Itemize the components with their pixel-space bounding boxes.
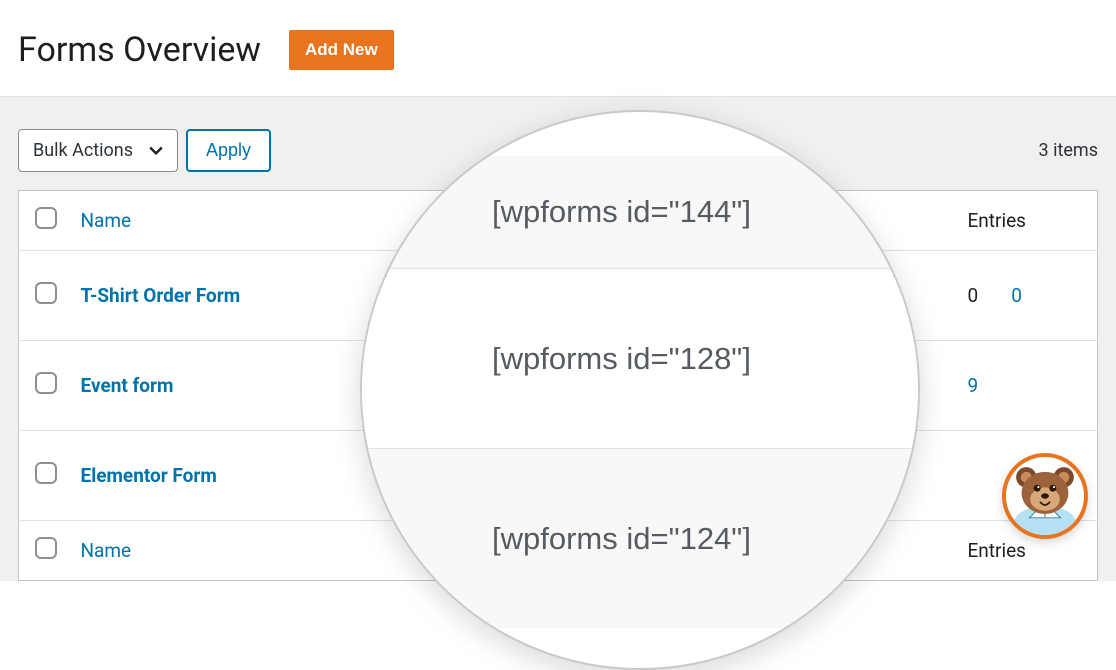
chevron-down-icon [149,144,163,158]
add-new-button[interactable]: Add New [289,30,394,70]
magnifier-overlay: [wpforms id="144"] [wpforms id="128"] [w… [360,110,920,670]
magnifier-shortcode-row: [wpforms id="144"] [362,156,918,268]
page-title: Forms Overview [18,30,261,70]
bulk-actions-label: Bulk Actions [33,140,133,161]
toolbar-left: Bulk Actions Apply [18,129,271,172]
shortcode-text: [wpforms id="128"] [492,341,751,377]
page-header: Forms Overview Add New [0,0,1116,96]
form-name-link[interactable]: T-Shirt Order Form [81,284,241,307]
form-name-link[interactable]: Event form [81,374,174,397]
column-name-sort-footer[interactable]: Name [81,539,132,562]
bulk-actions-select[interactable]: Bulk Actions [18,129,178,172]
select-all-checkbox-footer[interactable] [35,537,57,559]
entries-link[interactable]: 0 [1011,284,1022,307]
shortcode-text: [wpforms id="124"] [492,521,751,557]
help-mascot-button[interactable] [1002,453,1088,539]
column-name-sort[interactable]: Name [81,209,132,232]
row-checkbox[interactable] [35,462,57,484]
magnifier-shortcode-row: [wpforms id="128"] [362,268,918,448]
entries-partial: 0 [968,284,979,307]
bear-mascot-icon [1006,457,1084,535]
column-entries: Entries [958,191,1098,251]
entries-link[interactable]: 9 [968,374,979,397]
shortcode-text: [wpforms id="144"] [492,194,751,230]
magnifier-shortcode-row: [wpforms id="124"] [362,448,918,628]
row-checkbox[interactable] [35,282,57,304]
form-name-link[interactable]: Elementor Form [81,464,217,487]
apply-button[interactable]: Apply [186,129,271,172]
items-count: 3 items [1039,140,1098,161]
select-all-checkbox[interactable] [35,207,57,229]
row-checkbox[interactable] [35,372,57,394]
